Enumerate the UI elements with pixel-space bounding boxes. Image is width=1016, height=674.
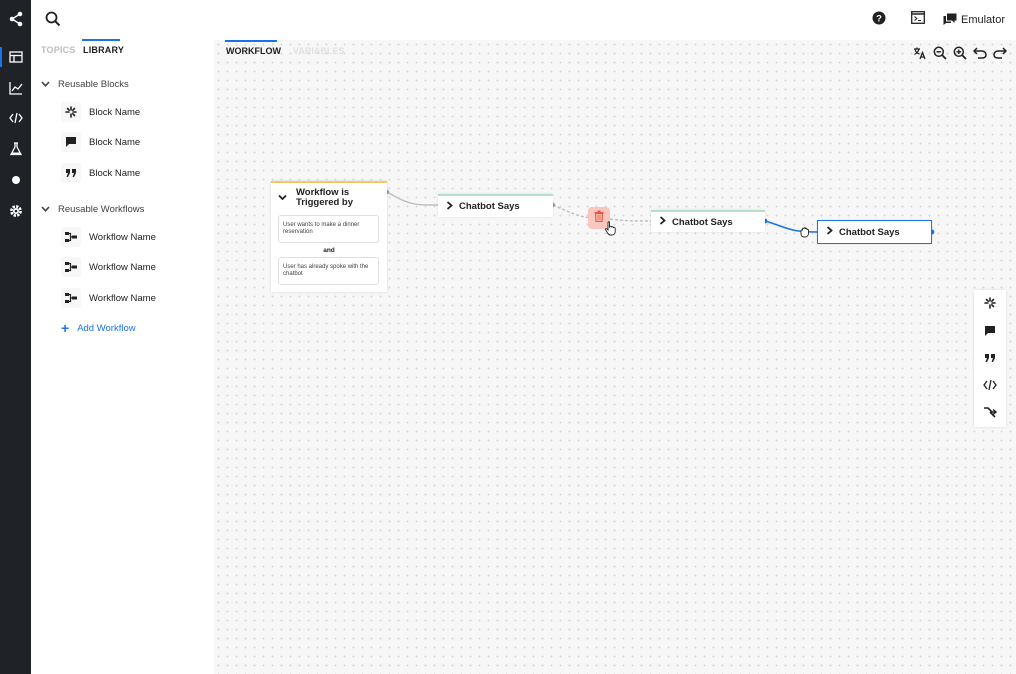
help-icon[interactable]: ?: [872, 11, 888, 27]
tab-topics[interactable]: TOPICS: [41, 45, 76, 55]
chart-icon[interactable]: [0, 74, 31, 102]
workflow-name: Workflow Name: [89, 261, 156, 273]
block-item[interactable]: Block Name: [61, 131, 140, 153]
workflow-name: Workflow Name: [89, 231, 156, 243]
workflow-name: Workflow Name: [89, 292, 156, 304]
trigger-title: Workflow is Triggered by: [296, 187, 354, 208]
workflow-item[interactable]: Workflow Name: [61, 287, 156, 309]
workflow-icon: [61, 288, 81, 308]
panel-tabs: TOPICS LIBRARY: [31, 39, 214, 64]
block-name: Block Name: [89, 167, 141, 179]
plus-icon: +: [61, 320, 70, 336]
hand-cursor-icon: [604, 221, 616, 236]
search-icon[interactable]: [45, 11, 63, 29]
block-item[interactable]: Block Name: [61, 162, 140, 184]
chevron-right-icon[interactable]: [446, 200, 453, 213]
block-item[interactable]: Block Name: [61, 101, 140, 123]
tab-library[interactable]: LIBRARY: [81, 39, 124, 55]
svg-text:?: ?: [876, 14, 882, 25]
quote-icon: [61, 163, 81, 183]
block-palette: [974, 290, 1006, 427]
chat-icon: [61, 132, 81, 152]
sparkle-icon[interactable]: [982, 295, 998, 311]
gear-icon[interactable]: [0, 197, 31, 225]
trigger-card[interactable]: Workflow is Triggered by User wants to m…: [271, 181, 387, 292]
chat-icon[interactable]: [982, 323, 998, 339]
workflow-icon: [61, 257, 81, 277]
chevron-right-icon[interactable]: [826, 226, 833, 238]
emulator-button[interactable]: Emulator: [943, 10, 1005, 30]
connector-trigger-to-node1: [384, 189, 439, 206]
workflow-connectors: [384, 189, 935, 235]
share-icon[interactable]: [0, 5, 31, 33]
workflow-canvas[interactable]: WORKFLOW VARIABLES Workflow is Triggered…: [214, 40, 1016, 674]
emulator-label: Emulator: [961, 14, 1006, 26]
circle-icon[interactable]: [0, 166, 31, 194]
trigger-condition[interactable]: User wants to make a dinner reservation: [278, 215, 379, 243]
library-panel: TOPICS LIBRARY Reusable Blocks Block Nam…: [31, 39, 214, 674]
node-label: Chatbot Says: [672, 216, 733, 228]
chevron-down-icon: [41, 79, 50, 90]
node-label: Chatbot Says: [839, 226, 900, 238]
workflow-icon: [61, 227, 81, 247]
table-icon[interactable]: [0, 43, 31, 71]
block-name: Block Name: [89, 106, 141, 118]
code-icon[interactable]: [0, 104, 31, 132]
chatbot-says-node[interactable]: Chatbot Says: [651, 210, 765, 232]
node-label: Chatbot Says: [459, 201, 520, 212]
left-nav-rail: [0, 0, 31, 674]
quote-icon[interactable]: [982, 350, 998, 366]
branch-icon[interactable]: [982, 404, 998, 420]
chevron-down-icon: [41, 204, 50, 215]
grab-cursor-icon: [800, 227, 809, 238]
section-label: Reusable Blocks: [58, 78, 129, 90]
flask-icon[interactable]: [0, 135, 31, 163]
chatbot-says-node-selected[interactable]: Chatbot Says: [817, 220, 932, 244]
condition-joiner: and: [323, 247, 335, 254]
chevron-right-icon[interactable]: [659, 216, 666, 228]
block-name: Block Name: [89, 136, 141, 148]
section-label: Reusable Workflows: [58, 203, 145, 215]
chat-icon: [943, 13, 957, 28]
workflow-item[interactable]: Workflow Name: [61, 226, 156, 248]
trigger-condition[interactable]: User has already spoke with the chatbot: [278, 257, 379, 285]
terminal-icon[interactable]: [911, 11, 927, 27]
trash-icon: [594, 209, 604, 227]
workflow-item[interactable]: Workflow Name: [61, 256, 156, 278]
reusable-blocks-header[interactable]: Reusable Blocks: [41, 76, 129, 92]
reusable-workflows-header[interactable]: Reusable Workflows: [41, 201, 144, 217]
sparkle-icon: [61, 102, 81, 122]
add-workflow-label: Add Workflow: [77, 322, 136, 334]
chevron-down-icon[interactable]: [278, 188, 287, 206]
top-bar: ? Emulator: [31, 0, 1016, 40]
add-workflow-button[interactable]: + Add Workflow: [61, 321, 136, 335]
code-icon[interactable]: [982, 377, 998, 393]
chatbot-says-node[interactable]: Chatbot Says: [438, 194, 553, 217]
